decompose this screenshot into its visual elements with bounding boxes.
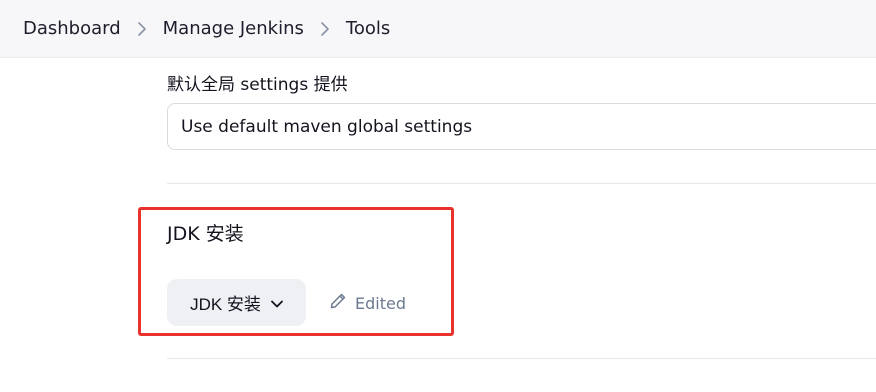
jdk-install-button-label: JDK 安装 bbox=[190, 295, 261, 314]
pencil-icon bbox=[329, 292, 347, 314]
breadcrumb-tools[interactable]: Tools bbox=[346, 18, 390, 39]
section-divider-bottom bbox=[167, 358, 876, 359]
global-settings-label: 默认全局 settings 提供 bbox=[167, 75, 348, 95]
jdk-install-dropdown-button[interactable]: JDK 安装 bbox=[167, 279, 306, 326]
breadcrumb-manage-jenkins[interactable]: Manage Jenkins bbox=[163, 18, 304, 39]
chevron-right-icon bbox=[310, 21, 340, 36]
global-settings-select[interactable]: Use default maven global settings bbox=[167, 103, 876, 150]
edited-indicator: Edited bbox=[329, 292, 406, 314]
breadcrumb-dashboard[interactable]: Dashboard bbox=[23, 18, 121, 39]
section-divider bbox=[167, 183, 876, 184]
breadcrumb-bar: Dashboard Manage Jenkins Tools bbox=[0, 0, 876, 58]
chevron-right-icon bbox=[127, 21, 157, 36]
edited-status-text: Edited bbox=[355, 293, 406, 313]
chevron-down-icon bbox=[271, 293, 283, 313]
jdk-section-title: JDK 安装 bbox=[167, 223, 244, 245]
